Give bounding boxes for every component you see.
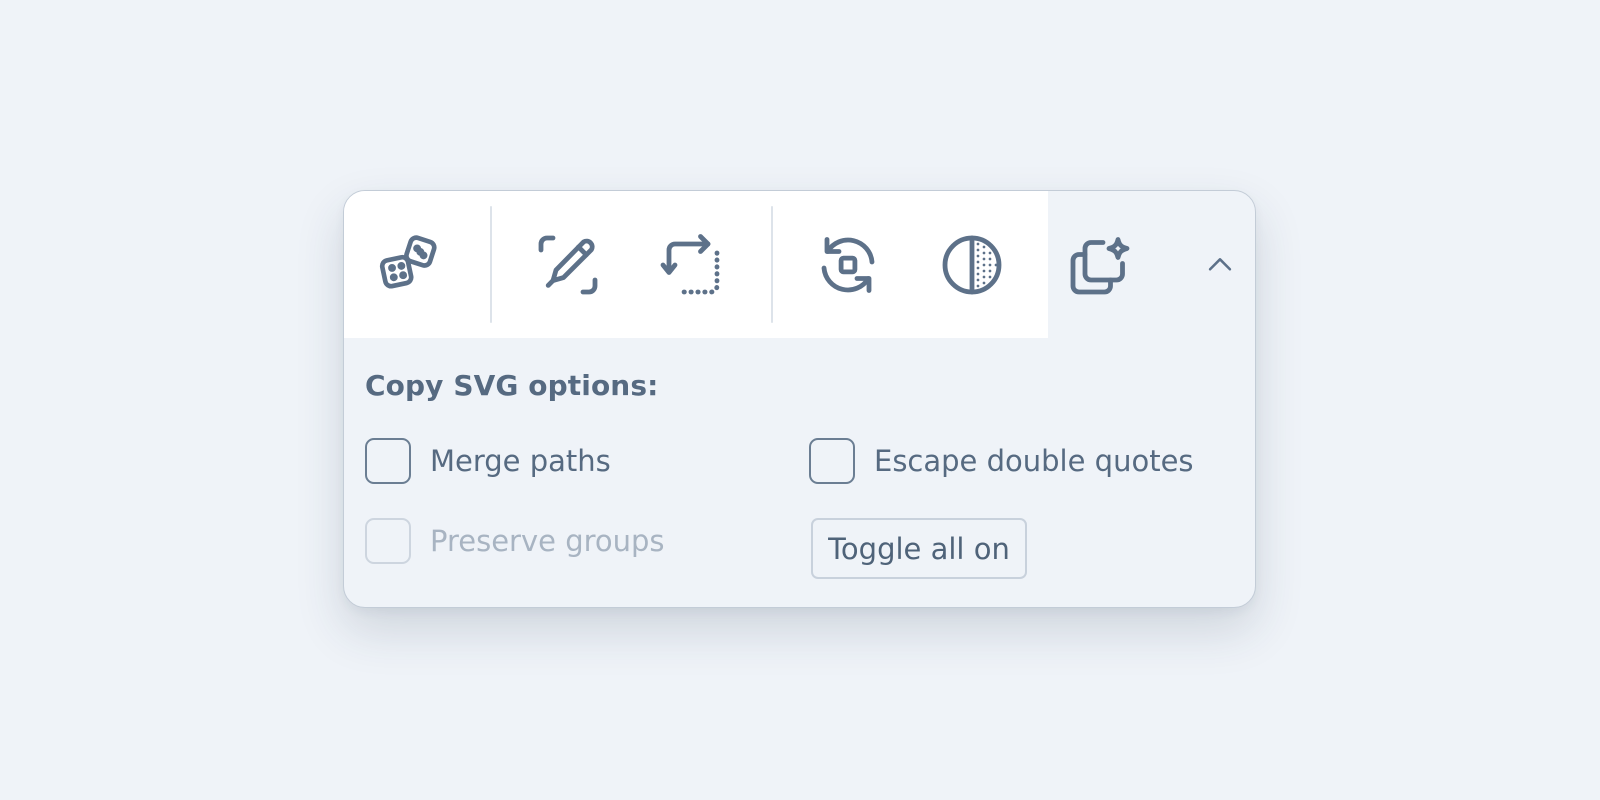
toolbar-divider — [490, 206, 492, 323]
copy-sparkle-icon — [1070, 237, 1130, 295]
transform-button[interactable] — [655, 227, 731, 303]
draw-button[interactable] — [530, 227, 606, 303]
merge-paths-checkbox[interactable] — [365, 438, 411, 484]
contrast-button[interactable] — [934, 227, 1010, 303]
preserve-groups-checkbox — [365, 518, 411, 564]
merge-paths-label: Merge paths — [430, 444, 611, 478]
pen-in-frame-icon — [538, 235, 598, 295]
repeat-arrows-icon — [660, 234, 720, 295]
toggle-all-button[interactable]: Toggle all on — [811, 518, 1027, 579]
preserve-groups-label: Preserve groups — [430, 524, 665, 558]
svg-tools-panel: Copy SVG options: Merge paths Escape dou… — [343, 190, 1256, 608]
toolbar-divider — [771, 206, 773, 323]
chevron-up-icon — [1208, 258, 1232, 271]
refresh-button[interactable] — [810, 227, 886, 303]
refresh-square-icon — [821, 237, 875, 293]
preserve-groups-option: Preserve groups — [365, 518, 665, 564]
escape-quotes-option[interactable]: Escape double quotes — [809, 438, 1194, 484]
copy-svg-button[interactable] — [1062, 227, 1138, 303]
contrast-dots-icon — [942, 235, 1002, 295]
collapse-toggle[interactable] — [1202, 247, 1238, 283]
escape-quotes-label: Escape double quotes — [874, 444, 1194, 478]
merge-paths-option[interactable]: Merge paths — [365, 438, 611, 484]
icon-toolbar — [344, 191, 1048, 338]
dice-icon — [379, 235, 437, 289]
randomize-button[interactable] — [373, 227, 449, 303]
options-title: Copy SVG options: — [365, 369, 659, 402]
escape-quotes-checkbox[interactable] — [809, 438, 855, 484]
